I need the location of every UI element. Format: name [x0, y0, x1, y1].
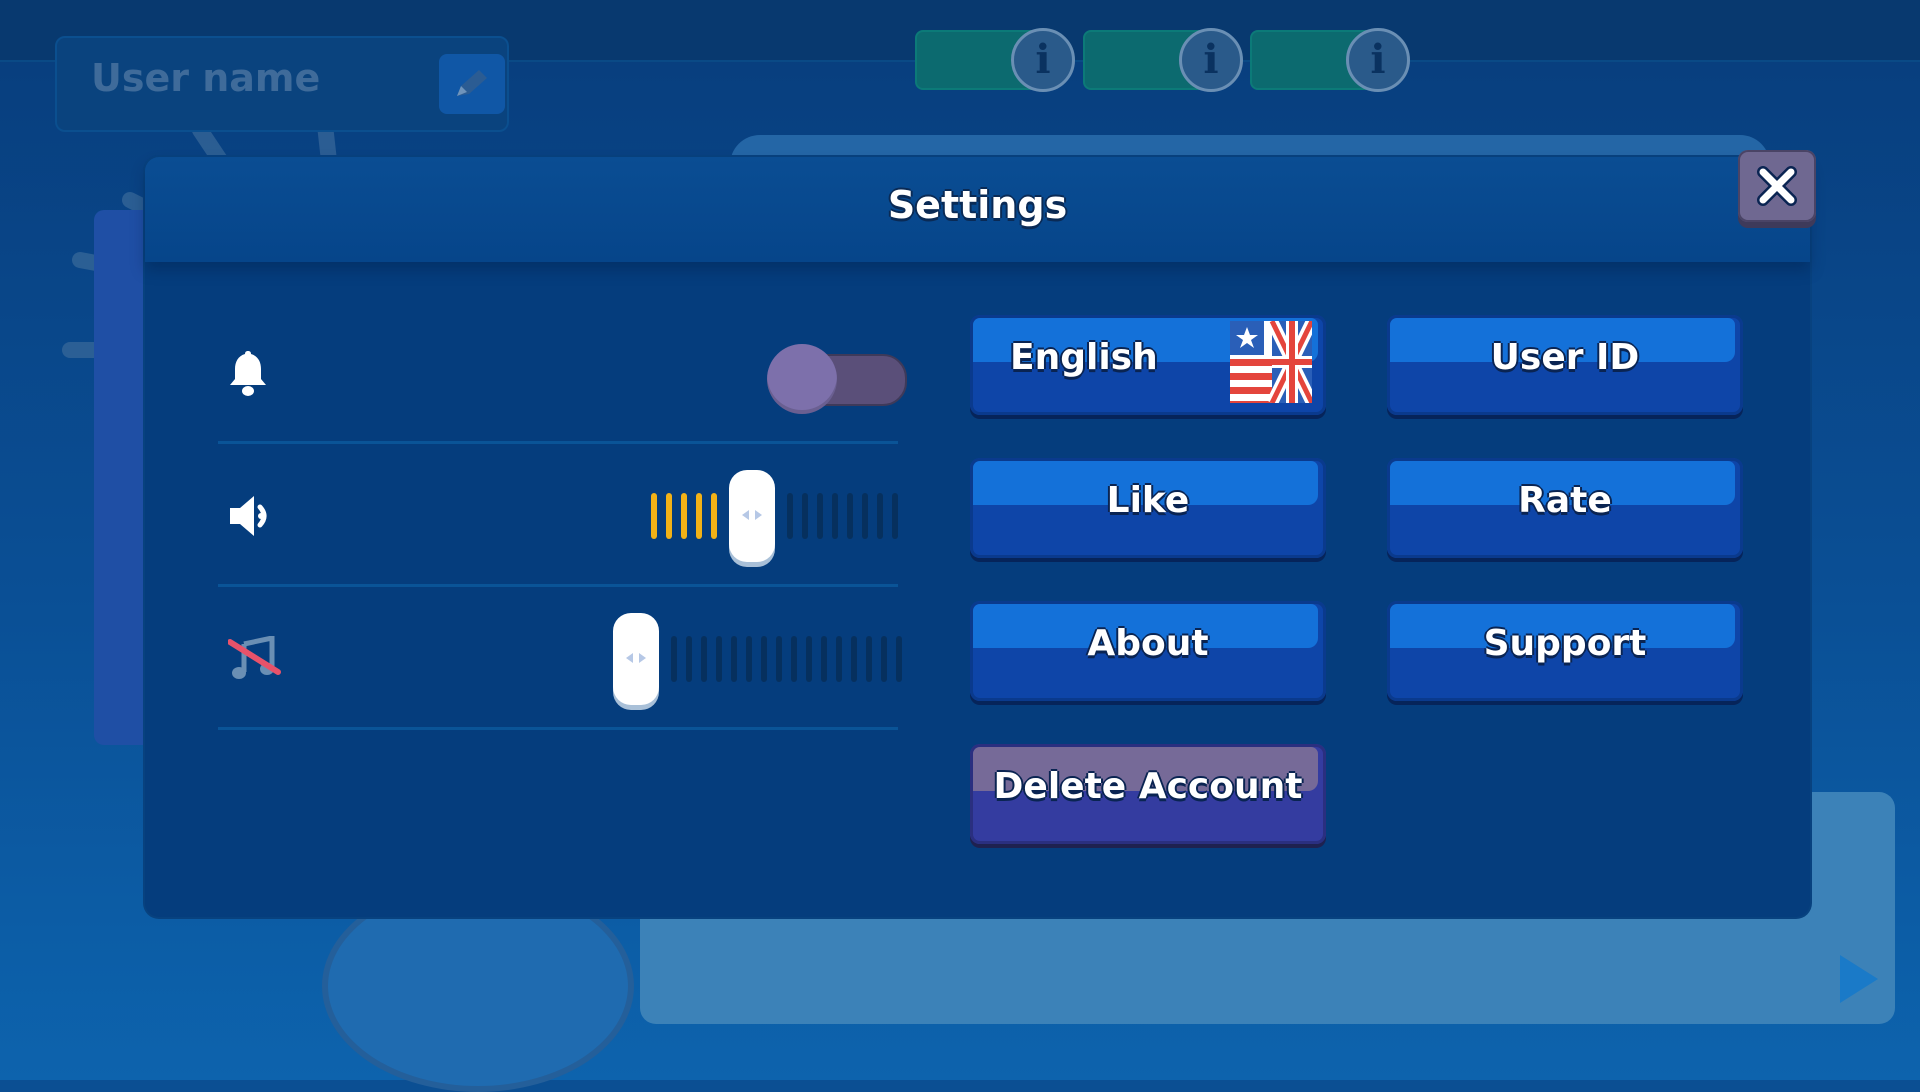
info-icon[interactable]: i [1346, 28, 1410, 92]
slider-tick-inactive [817, 493, 823, 539]
slider-tick-active [696, 493, 702, 539]
resource-counter: i [915, 28, 1075, 92]
music-slider[interactable] [613, 588, 903, 730]
user-id-label: User ID [1490, 337, 1640, 378]
bell-icon [230, 351, 266, 396]
slider-tick-inactive [896, 636, 902, 682]
music-muted-icon [228, 636, 281, 679]
info-icon[interactable]: i [1179, 28, 1243, 92]
dialog-title: Settings [887, 183, 1068, 227]
slider-tick-active [651, 493, 657, 539]
slider-thumb[interactable] [613, 613, 659, 705]
close-icon [1757, 166, 1797, 206]
slider-tick-inactive [802, 493, 808, 539]
slider-tick-active [666, 493, 672, 539]
sound-row [218, 445, 898, 587]
like-button[interactable]: Like [970, 458, 1326, 558]
edit-username-button[interactable] [439, 54, 505, 114]
divider [218, 584, 898, 587]
delete-account-button[interactable]: Delete Account [970, 744, 1326, 844]
toggle-knob [767, 344, 837, 414]
settings-dialog: Settings English User ID Like Rate About… [145, 157, 1810, 917]
slider-thumb[interactable] [729, 470, 775, 562]
dialog-header: Settings [145, 157, 1810, 262]
slider-tick-inactive [851, 636, 857, 682]
notifications-toggle[interactable] [767, 344, 907, 414]
us-uk-flag-icon [1230, 321, 1312, 403]
resource-counter: i [1250, 28, 1410, 92]
slider-tick-inactive [761, 636, 767, 682]
user-id-button[interactable]: User ID [1387, 315, 1743, 415]
divider [218, 441, 898, 444]
info-icon[interactable]: i [1011, 28, 1075, 92]
slider-tick-inactive [746, 636, 752, 682]
slider-tick-inactive [716, 636, 722, 682]
delete-account-label: Delete Account [993, 766, 1303, 807]
slider-tick-inactive [877, 493, 883, 539]
like-label: Like [1106, 480, 1190, 521]
send-icon [1840, 955, 1878, 1003]
support-label: Support [1483, 623, 1647, 664]
slider-tick-inactive [862, 493, 868, 539]
username-text: User name [91, 56, 321, 100]
support-button[interactable]: Support [1387, 601, 1743, 701]
slider-tick-inactive [881, 636, 887, 682]
sound-slider[interactable] [643, 445, 903, 587]
slider-tick-active [681, 493, 687, 539]
drag-arrows-icon [626, 653, 646, 663]
username-panel[interactable]: User name [55, 36, 509, 132]
slider-tick-inactive [832, 493, 838, 539]
slider-tick-inactive [836, 636, 842, 682]
language-label: English [1010, 337, 1158, 378]
drag-arrows-icon [742, 510, 762, 520]
slider-tick-inactive [731, 636, 737, 682]
about-label: About [1087, 623, 1209, 664]
slider-tick-inactive [671, 636, 677, 682]
resource-counter: i [1083, 28, 1243, 92]
slider-tick-inactive [791, 636, 797, 682]
slider-tick-inactive [821, 636, 827, 682]
divider [218, 727, 898, 730]
language-button[interactable]: English [970, 315, 1326, 415]
slider-tick-active [711, 493, 717, 539]
pencil-icon [457, 70, 487, 96]
slider-tick-inactive [686, 636, 692, 682]
close-button[interactable] [1738, 150, 1816, 222]
rate-label: Rate [1518, 480, 1612, 521]
slider-tick-inactive [806, 636, 812, 682]
rate-button[interactable]: Rate [1387, 458, 1743, 558]
slider-tick-inactive [892, 493, 898, 539]
about-button[interactable]: About [970, 601, 1326, 701]
slider-tick-inactive [866, 636, 872, 682]
music-row [218, 588, 902, 730]
notifications-row [218, 302, 907, 444]
speaker-icon [230, 496, 267, 536]
slider-tick-inactive [701, 636, 707, 682]
slider-tick-inactive [847, 493, 853, 539]
slider-tick-inactive [787, 493, 793, 539]
slider-tick-inactive [776, 636, 782, 682]
